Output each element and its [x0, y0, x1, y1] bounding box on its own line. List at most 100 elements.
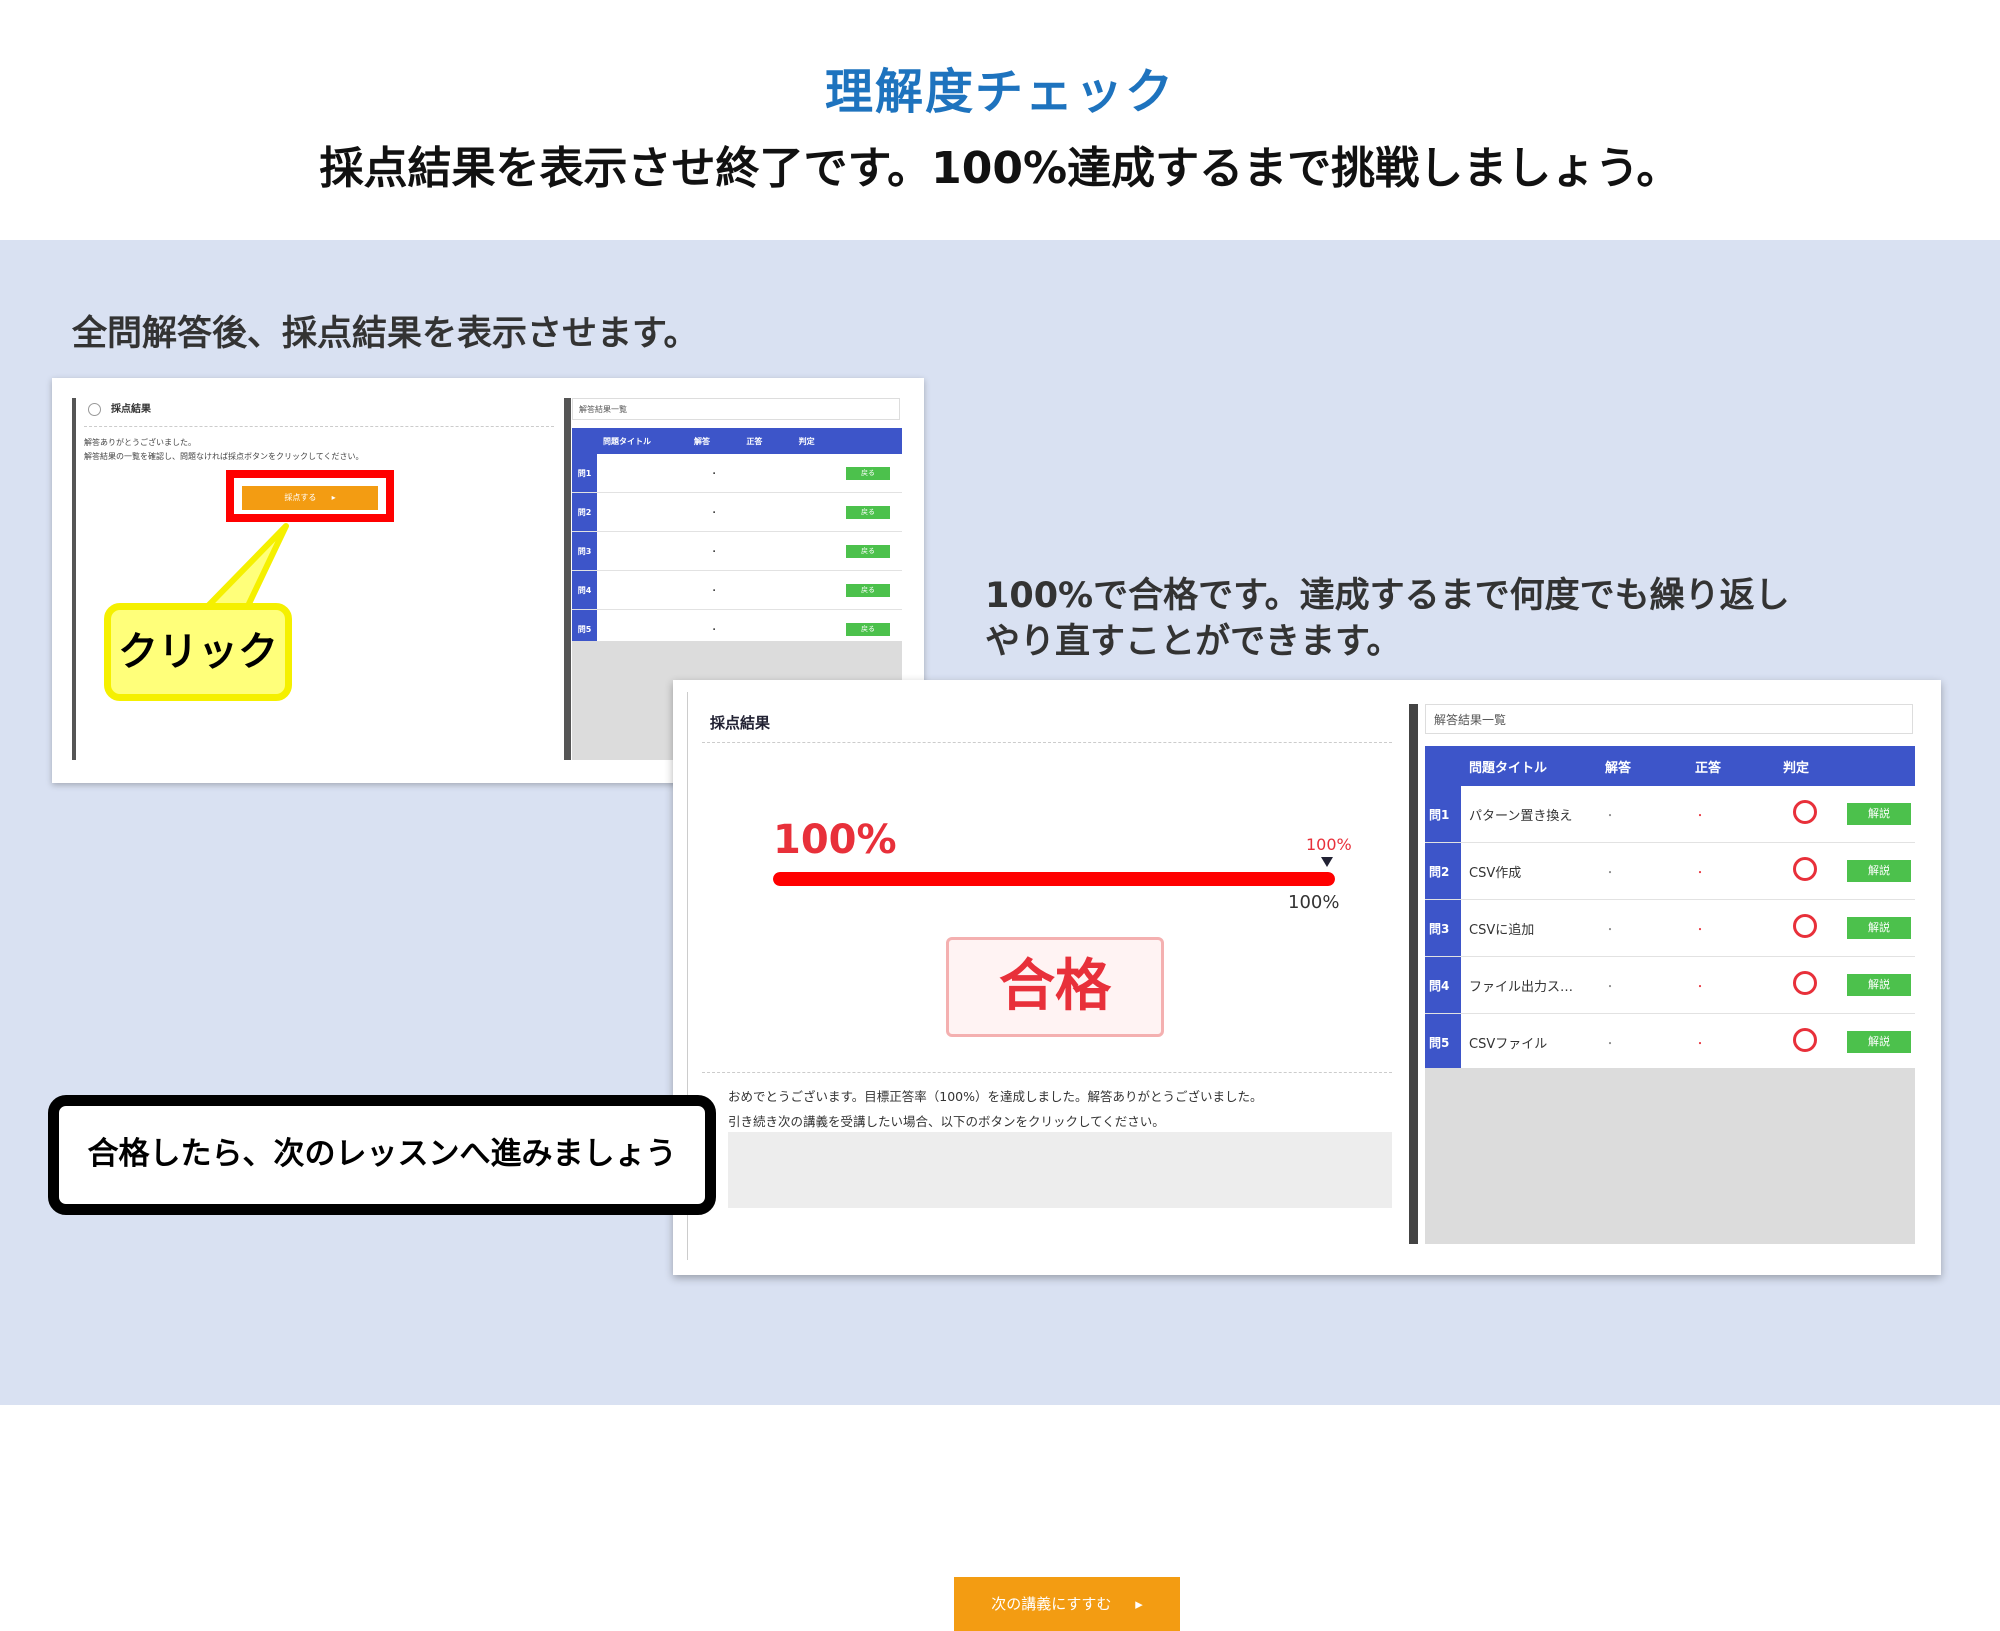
- header-cell: 判定: [792, 428, 845, 454]
- answer-cell: ・: [688, 454, 741, 493]
- divider: [702, 1072, 1392, 1073]
- judge-cell: [792, 531, 845, 571]
- table-row: 問3 ・ 戻る: [572, 531, 902, 571]
- correct-cell: [740, 531, 793, 571]
- caption-pass-info: 100%で合格です。達成するまで何度でも繰り返し やり直すことができます。: [985, 573, 1790, 665]
- divider: [702, 742, 1392, 743]
- answer-cell: ・: [688, 570, 741, 610]
- correct-cell: ・: [1687, 956, 1775, 1014]
- correct-circle-icon: [1793, 857, 1817, 881]
- answer-list-title: 解答結果一覧: [572, 398, 900, 420]
- judge-cell: [792, 454, 845, 493]
- screenshot-after-scoring: 採点結果 100% 100% 100% 合格 おめでとうございます。目標正答率（…: [673, 680, 1941, 1631]
- target-marker-icon: [1321, 857, 1333, 867]
- pass-badge: 合格: [946, 937, 1164, 1037]
- question-number: 問2: [572, 492, 597, 532]
- question-number: 問1: [572, 454, 597, 493]
- header-cell: 正答: [1687, 746, 1775, 786]
- caption-score-display: 全問解答後、採点結果を表示させます。: [72, 314, 699, 354]
- explanation-button[interactable]: 解説: [1847, 860, 1911, 882]
- answer-cell: ・: [1597, 786, 1687, 843]
- question-title: [597, 492, 688, 532]
- back-button[interactable]: 戻る: [846, 544, 890, 558]
- answer-cell: ・: [1597, 1013, 1687, 1071]
- correct-cell: [740, 454, 793, 493]
- table-header-row: 問題タイトル 解答 正答 判定: [572, 428, 902, 454]
- question-number: 問4: [572, 570, 597, 610]
- result-window: 採点結果 100% 100% 100% 合格 おめでとうございます。目標正答率（…: [687, 692, 1927, 1631]
- button-area: 次の講義にすすむ ▸: [728, 1132, 1392, 1631]
- table-row: 問1 パターン置き換え・・解説: [1425, 786, 1915, 843]
- next-lecture-button[interactable]: 次の講義にすすむ ▸: [954, 1577, 1180, 1631]
- answer-cell: ・: [1597, 899, 1687, 957]
- question-title: パターン置き換え: [1461, 786, 1597, 843]
- header-cell: [845, 428, 902, 454]
- score-percent: 100%: [773, 817, 897, 863]
- result-panel: 採点結果 100% 100% 100% 合格 おめでとうございます。目標正答率（…: [687, 692, 1404, 1631]
- header-cell: [572, 428, 597, 454]
- correct-circle-icon: [1793, 1028, 1817, 1052]
- question-title: [597, 531, 688, 571]
- correct-circle-icon: [1793, 800, 1817, 824]
- table-row: 問3 CSVに追加・・解説: [1425, 899, 1915, 957]
- slide-title: 理解度チェック: [824, 64, 1175, 120]
- table-row: 問4 ファイル出力ス… ・・解説: [1425, 956, 1915, 1014]
- explanation-button[interactable]: 解説: [1847, 974, 1911, 996]
- question-title: CSVに追加: [1461, 899, 1597, 957]
- click-callout: クリック: [104, 603, 292, 701]
- table-row: 問2 CSV作成・・解説: [1425, 842, 1915, 900]
- answer-list-panel: 解答結果一覧 問題タイトル 解答 正答 判定 問1 パターン置き換え・・解説 問2…: [1425, 704, 1915, 1244]
- panel-divider: [1409, 704, 1418, 1244]
- slide-subtitle: 採点結果を表示させ終了です。100%達成するまで挑戦しましょう。: [319, 143, 1681, 194]
- header-cell: 問題タイトル: [1461, 746, 1597, 786]
- question-title: CSV作成: [1461, 842, 1597, 900]
- table-row: 問2 ・ 戻る: [572, 492, 902, 532]
- answer-cell: ・: [1597, 956, 1687, 1014]
- back-button[interactable]: 戻る: [846, 622, 890, 636]
- explanation-button[interactable]: 解説: [1847, 803, 1911, 825]
- score-progress-bar: [773, 872, 1335, 886]
- target-percent-label: 100%: [1306, 835, 1352, 854]
- back-button[interactable]: 戻る: [846, 466, 890, 480]
- correct-cell: [740, 570, 793, 610]
- answer-cell: ・: [688, 531, 741, 571]
- question-number: 問4: [1425, 956, 1461, 1014]
- header-cell: [1425, 746, 1461, 786]
- answer-table: 問題タイトル 解答 正答 判定 問1 パターン置き換え・・解説 問2 CSV作成・・…: [1425, 746, 1915, 1071]
- question-number: 問1: [1425, 786, 1461, 843]
- table-header-row: 問題タイトル 解答 正答 判定: [1425, 746, 1915, 786]
- next-lecture-label: 次の講義にすすむ: [991, 1595, 1112, 1613]
- question-title: [597, 454, 688, 493]
- correct-cell: ・: [1687, 786, 1775, 843]
- correct-cell: [740, 492, 793, 532]
- correct-cell: ・: [1687, 1013, 1775, 1071]
- message-line: おめでとうございます。目標正答率（100%）を達成しました。解答ありがとうござい…: [728, 1089, 1263, 1104]
- answer-cell: ・: [688, 492, 741, 532]
- empty-area: [1425, 1068, 1915, 1244]
- caption-pass-line1: 100%で合格です。達成するまで何度でも繰り返し: [985, 576, 1790, 616]
- answer-cell: ・: [1597, 842, 1687, 900]
- pass-note-box: 合格したら、次のレッスンへ進みましょう: [48, 1095, 716, 1215]
- explanation-button[interactable]: 解説: [1847, 1031, 1911, 1053]
- header-cell: 解答: [1597, 746, 1687, 786]
- question-title: CSVファイル: [1461, 1013, 1597, 1071]
- question-number: 問5: [1425, 1013, 1461, 1071]
- explanation-button[interactable]: 解説: [1847, 917, 1911, 939]
- message-line: 引き続き次の講義を受講したい場合、以下のボタンをクリックしてください。: [728, 1114, 1165, 1129]
- result-panel-title: 採点結果: [710, 714, 771, 732]
- question-number: 問2: [1425, 842, 1461, 900]
- back-button[interactable]: 戻る: [846, 583, 890, 597]
- score-panel: 採点結果 解答ありがとうございました。 解答結果の一覧を確認し、問題なければ採点…: [72, 398, 571, 760]
- correct-circle-icon: [1793, 971, 1817, 995]
- question-number: 問3: [572, 531, 597, 571]
- score-progress-fill: [773, 872, 1335, 886]
- judge-cell: [792, 570, 845, 610]
- header-cell: 判定: [1775, 746, 1839, 786]
- answer-list-title: 解答結果一覧: [1425, 704, 1913, 734]
- correct-cell: ・: [1687, 842, 1775, 900]
- correct-cell: ・: [1687, 899, 1775, 957]
- header-cell: [1839, 746, 1915, 786]
- question-number: 問3: [1425, 899, 1461, 957]
- header-cell: 正答: [740, 428, 793, 454]
- back-button[interactable]: 戻る: [846, 505, 890, 519]
